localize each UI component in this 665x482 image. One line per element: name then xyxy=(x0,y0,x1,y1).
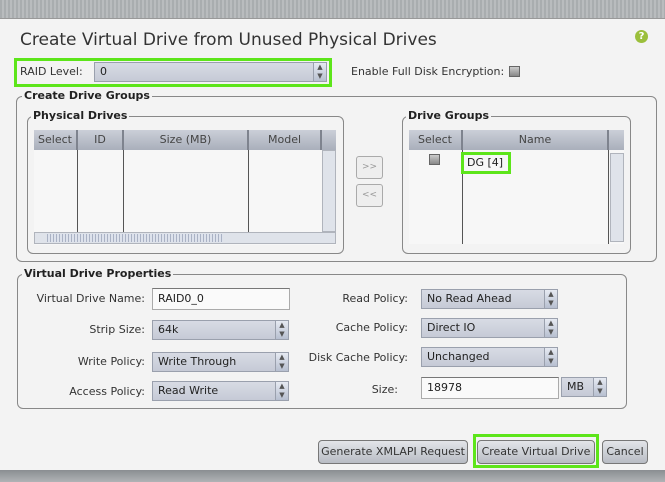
drive-group-name[interactable]: DG [4] xyxy=(461,152,511,174)
column-select[interactable]: Select xyxy=(34,130,78,150)
strip-size-label: Strip Size: xyxy=(89,323,145,336)
spinner-icon: ▲ ▼ xyxy=(544,290,557,308)
access-policy-label: Access Policy: xyxy=(69,385,145,398)
horizontal-scrollbar[interactable] xyxy=(34,232,336,244)
spinner-icon: ▲ ▼ xyxy=(544,348,557,366)
vertical-scrollbar[interactable] xyxy=(610,153,624,242)
raid-level-label: RAID Level: xyxy=(20,65,83,78)
column-size[interactable]: Size (MB) xyxy=(124,130,249,150)
vd-name-input[interactable]: RAID0_0 xyxy=(152,288,290,310)
help-icon[interactable]: ? xyxy=(635,30,648,43)
column-id[interactable]: ID xyxy=(78,130,124,150)
generate-xmlapi-button[interactable]: Generate XMLAPI Request xyxy=(318,440,468,464)
access-policy-value: Read Write xyxy=(158,384,219,397)
size-unit-select[interactable]: MB ▲ ▼ xyxy=(561,377,607,397)
window-titlebar[interactable] xyxy=(0,0,665,19)
spinner-icon: ▲ ▼ xyxy=(275,321,288,339)
read-policy-value: No Read Ahead xyxy=(427,292,512,305)
row-select-checkbox[interactable] xyxy=(429,154,440,165)
column-extra xyxy=(322,130,336,150)
read-policy-label: Read Policy: xyxy=(342,292,408,305)
column-divider xyxy=(123,150,124,232)
cache-policy-label: Cache Policy: xyxy=(335,321,408,334)
remove-from-group-button[interactable]: << xyxy=(356,184,383,207)
write-policy-label: Write Policy: xyxy=(77,355,145,368)
bottom-bar xyxy=(0,470,665,482)
cancel-button[interactable]: Cancel xyxy=(602,440,648,464)
read-policy-select[interactable]: No Read Ahead ▲ ▼ xyxy=(421,289,558,309)
physical-drives-legend: Physical Drives xyxy=(31,109,130,122)
spinner-icon: ▲ ▼ xyxy=(544,319,557,337)
column-divider xyxy=(77,150,78,232)
drive-groups-legend: Drive Groups xyxy=(406,109,492,122)
drive-groups-table: Select Name DG [4] xyxy=(409,130,624,244)
dialog-title: Create Virtual Drive from Unused Physica… xyxy=(20,30,437,50)
column-divider xyxy=(248,150,249,232)
vertical-scrollbar[interactable] xyxy=(322,150,336,232)
disk-cache-policy-select[interactable]: Unchanged ▲ ▼ xyxy=(421,347,558,367)
strip-size-value: 64k xyxy=(158,323,179,336)
create-drive-groups-legend: Create Drive Groups xyxy=(22,89,152,102)
column-select[interactable]: Select xyxy=(409,130,463,150)
scroll-thumb[interactable] xyxy=(47,234,223,242)
cache-policy-value: Direct IO xyxy=(427,321,476,334)
raid-level-select[interactable]: 0 ▲ ▼ xyxy=(94,62,327,82)
write-policy-select[interactable]: Write Through ▲ ▼ xyxy=(152,352,289,372)
vd-properties-legend: Virtual Drive Properties xyxy=(22,267,174,280)
size-input[interactable]: 18978 xyxy=(421,377,559,399)
access-policy-select[interactable]: Read Write ▲ ▼ xyxy=(152,381,289,401)
size-label: Size: xyxy=(371,383,398,396)
spinner-icon: ▲ ▼ xyxy=(275,382,288,400)
create-virtual-drive-button[interactable]: Create Virtual Drive xyxy=(477,440,595,464)
add-to-group-button[interactable]: >> xyxy=(356,156,383,179)
cache-policy-select[interactable]: Direct IO ▲ ▼ xyxy=(421,318,558,338)
spinner-icon: ▲ ▼ xyxy=(313,63,326,81)
physical-drives-table: Select ID Size (MB) Model xyxy=(34,130,336,245)
column-name[interactable]: Name xyxy=(463,130,609,150)
column-model[interactable]: Model xyxy=(249,130,322,150)
strip-size-select[interactable]: 64k ▲ ▼ xyxy=(152,320,289,340)
disk-cache-policy-label: Disk Cache Policy: xyxy=(308,351,408,364)
encryption-label: Enable Full Disk Encryption: xyxy=(351,65,505,78)
disk-cache-policy-value: Unchanged xyxy=(427,350,490,363)
spinner-icon: ▲ ▼ xyxy=(275,353,288,371)
vd-name-label: Virtual Drive Name: xyxy=(36,292,145,305)
column-extra xyxy=(609,130,624,150)
spinner-icon: ▲ ▼ xyxy=(593,378,606,396)
encryption-checkbox[interactable] xyxy=(509,66,520,77)
size-unit-value: MB xyxy=(567,380,585,393)
raid-level-value: 0 xyxy=(100,65,107,78)
write-policy-value: Write Through xyxy=(158,355,237,368)
column-divider xyxy=(608,150,609,244)
